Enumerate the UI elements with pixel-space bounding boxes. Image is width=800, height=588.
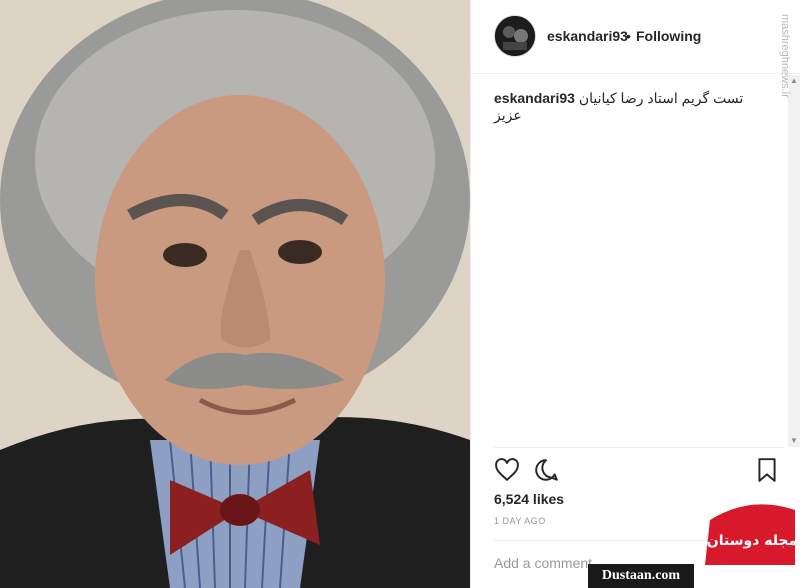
- comment-button[interactable]: [533, 457, 559, 483]
- badge-text: مجله دوستان: [707, 533, 797, 549]
- avatar[interactable]: [494, 15, 536, 57]
- side-watermark: mashreghnews.ir: [760, 10, 791, 120]
- actions-divider: [494, 447, 784, 448]
- caption-username[interactable]: eskandari93: [494, 90, 575, 106]
- post-caption: eskandari93 تست گریم استاد رضا کیانیان ع…: [494, 90, 764, 124]
- badge-logo: مجله دوستان: [705, 504, 797, 565]
- post-photo[interactable]: [0, 0, 470, 588]
- scroll-down-arrow-icon[interactable]: ▼: [788, 435, 800, 447]
- badge-watermark: مجله دوستان: [700, 500, 800, 570]
- post-header: eskandari93 • Following: [471, 0, 800, 74]
- username-link[interactable]: eskandari93: [547, 28, 628, 44]
- post-timestamp[interactable]: 1 DAY AGO: [494, 516, 546, 526]
- site-label: Dustaan.com: [588, 564, 694, 588]
- bookmark-icon: [758, 458, 776, 482]
- divider: [470, 0, 471, 588]
- separator-dot: •: [626, 28, 631, 44]
- watermark-text: mashreghnews.ir: [779, 14, 790, 98]
- like-button[interactable]: [494, 457, 520, 483]
- save-button[interactable]: [754, 457, 780, 483]
- comment-icon: [535, 459, 558, 481]
- portrait-image: [0, 0, 470, 588]
- comments-scrollbar[interactable]: [788, 75, 800, 447]
- heart-icon: [495, 458, 519, 482]
- watermark-logo: mashreghnews.ir: [779, 14, 791, 98]
- likes-count[interactable]: 6,524 likes: [494, 491, 564, 507]
- avatar-image: [495, 16, 535, 56]
- following-button[interactable]: Following: [636, 28, 701, 44]
